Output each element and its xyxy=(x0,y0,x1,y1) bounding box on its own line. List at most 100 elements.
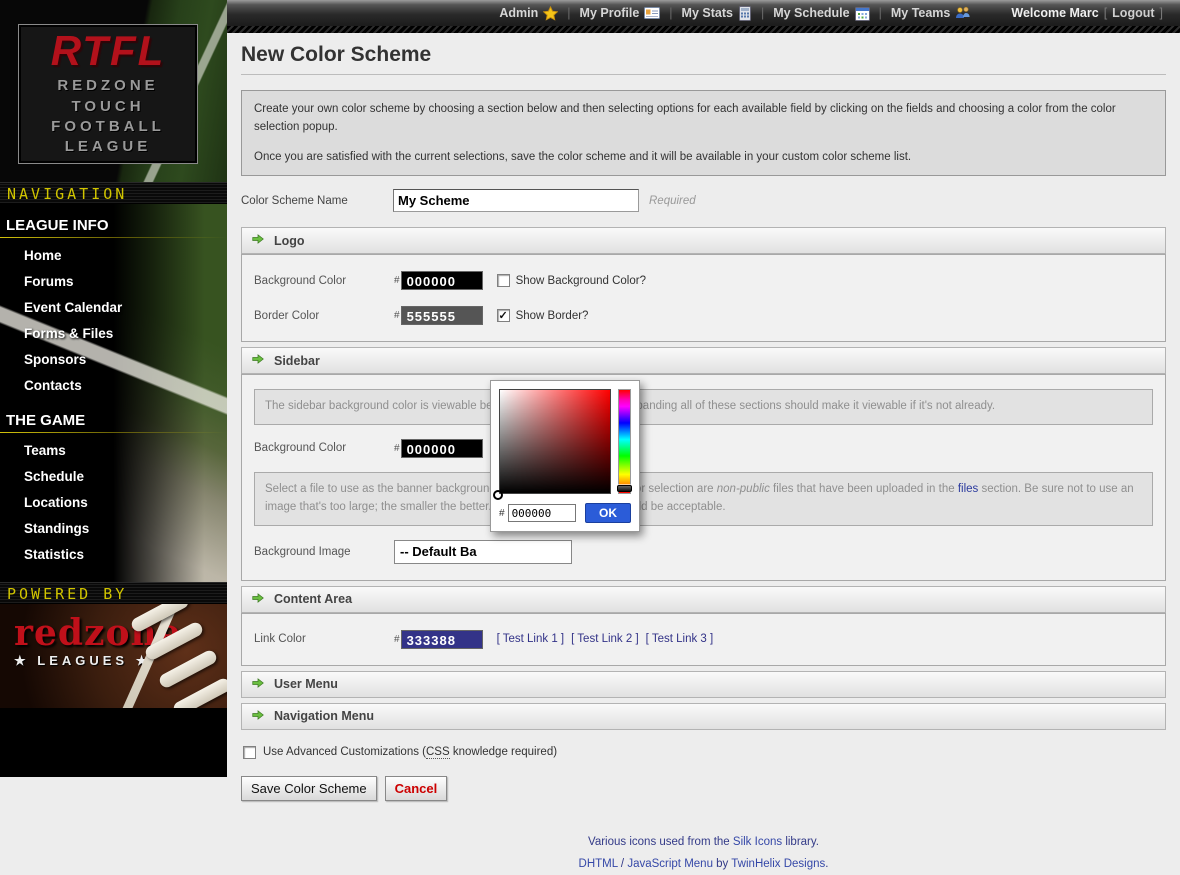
section-title: Logo xyxy=(274,234,305,248)
group-icon xyxy=(955,6,971,20)
title-rule xyxy=(241,74,1166,75)
sidebar-filler xyxy=(0,708,227,777)
section-header-sidebar[interactable]: Sidebar xyxy=(241,347,1166,374)
select-value: -- Default Ba xyxy=(400,544,477,559)
test-link-3[interactable]: [ Test Link 3 ] xyxy=(646,633,714,645)
files-link[interactable]: files xyxy=(958,483,978,495)
menu-item-my-schedule[interactable]: My Schedule xyxy=(773,6,869,21)
color-selection-handle[interactable] xyxy=(493,490,503,500)
menu-separator: | xyxy=(669,6,672,20)
sidebar-item-forms-files[interactable]: Forms & Files xyxy=(0,321,227,347)
sidebar-item-sponsors[interactable]: Sponsors xyxy=(0,347,227,373)
redzone-leagues-logo[interactable]: redzone ★ LEAGUES ★ xyxy=(0,604,227,708)
menu-separator: | xyxy=(567,6,570,20)
star-icon xyxy=(543,6,558,21)
sidebar-item-event-calendar[interactable]: Event Calendar xyxy=(0,295,227,321)
saturation-value-square[interactable] xyxy=(499,389,611,494)
league-logo-line: REDZONE xyxy=(57,76,158,96)
green-arrow-icon xyxy=(252,233,264,248)
sidebar-item-forums[interactable]: Forums xyxy=(0,269,227,295)
section-box-logo: Background Color # 000000 Show Backgroun… xyxy=(241,254,1166,342)
logout-link[interactable]: Logout xyxy=(1112,6,1154,20)
show-border-checkbox[interactable] xyxy=(497,309,510,322)
sidebar-background-color-swatch[interactable]: 000000 xyxy=(401,439,483,458)
cancel-button[interactable]: Cancel xyxy=(385,776,448,801)
hue-slider[interactable] xyxy=(618,389,631,494)
weave-texture-band xyxy=(227,26,1180,33)
navigation-band: NAVIGATION xyxy=(0,182,227,204)
section-header-logo[interactable]: Logo xyxy=(241,227,1166,254)
section-header-user-menu[interactable]: User Menu xyxy=(241,671,1166,698)
section-box-content-area: Link Color # 333388 [ Test Link 1 ] [ Te… xyxy=(241,613,1166,666)
topbar: Admin | My Profile | My Stats | My Sched… xyxy=(227,0,1180,26)
menu-item-my-profile[interactable]: My Profile xyxy=(580,6,661,20)
sidebar-item-standings[interactable]: Standings xyxy=(0,516,227,542)
main-area: Admin | My Profile | My Stats | My Sched… xyxy=(227,0,1180,777)
section-title: Sidebar xyxy=(274,354,320,368)
menu-item-my-stats[interactable]: My Stats xyxy=(682,6,752,21)
background-image-select[interactable]: -- Default Ba xyxy=(394,540,572,564)
menu-label: My Teams xyxy=(891,6,951,20)
league-logo-line: LEAGUE xyxy=(65,137,152,157)
league-logo-area: RTFL REDZONE TOUCH FOOTBALL LEAGUE xyxy=(0,0,227,182)
footer-line-2: DHTML / JavaScript Menu by TwinHelix Des… xyxy=(241,853,1166,875)
menu-label: My Schedule xyxy=(773,6,849,20)
intro-box: Create your own color scheme by choosing… xyxy=(241,90,1166,176)
silk-icons-link[interactable]: Silk Icons xyxy=(733,836,782,848)
logo-border-color-swatch[interactable]: 555555 xyxy=(401,306,483,325)
nav-section-the-game: THE GAME xyxy=(0,399,227,432)
intro-paragraph: Create your own color scheme by choosing… xyxy=(254,100,1153,137)
dhtml-link[interactable]: DHTML xyxy=(579,858,618,870)
field-row: Background Color # 000000 Show Backgroun… xyxy=(254,263,1153,298)
field-label: Link Color xyxy=(254,633,394,645)
menu-label: Admin xyxy=(499,6,538,20)
sidebar-item-teams[interactable]: Teams xyxy=(0,438,227,464)
footer: Various icons used from the Silk Icons l… xyxy=(241,831,1166,875)
show-background-color-checkbox[interactable] xyxy=(497,274,510,287)
green-arrow-icon xyxy=(252,592,264,607)
test-link-1[interactable]: [ Test Link 1 ] xyxy=(497,633,565,645)
sidebar-item-locations[interactable]: Locations xyxy=(0,490,227,516)
welcome-text: Welcome Marc xyxy=(1011,6,1098,20)
css-abbr: CSS xyxy=(426,746,450,759)
calendar-icon xyxy=(855,6,870,21)
league-logo-acronym: RTFL xyxy=(51,31,166,71)
color-scheme-name-row: Color Scheme Name Required xyxy=(241,189,1166,212)
topbar-menu: Admin | My Profile | My Stats | My Sched… xyxy=(499,6,971,21)
sidebar-item-home[interactable]: Home xyxy=(0,243,227,269)
hue-slider-handle[interactable] xyxy=(617,485,632,492)
sidebar-note: The sidebar background color is viewable… xyxy=(254,389,1153,425)
section-header-content-area[interactable]: Content Area xyxy=(241,586,1166,613)
test-link-2[interactable]: [ Test Link 2 ] xyxy=(571,633,639,645)
sidebar-item-statistics[interactable]: Statistics xyxy=(0,542,227,568)
league-logo-line: FOOTBALL xyxy=(51,117,165,137)
link-color-swatch[interactable]: 333388 xyxy=(401,630,483,649)
league-logo[interactable]: RTFL REDZONE TOUCH FOOTBALL LEAGUE xyxy=(18,24,198,164)
save-color-scheme-button[interactable]: Save Color Scheme xyxy=(241,776,377,801)
league-logo-line: TOUCH xyxy=(71,97,144,117)
color-scheme-name-input[interactable] xyxy=(393,189,639,212)
picker-top xyxy=(499,389,631,494)
vcard-icon xyxy=(644,6,660,20)
hex-color-input[interactable] xyxy=(508,504,576,522)
test-links: [ Test Link 1 ] [ Test Link 2 ] [ Test L… xyxy=(497,633,714,645)
javascript-menu-link[interactable]: JavaScript Menu xyxy=(627,858,713,870)
field-row: Background Image -- Default Ba xyxy=(254,532,1153,572)
use-advanced-customizations-checkbox[interactable] xyxy=(243,746,256,759)
twinhelix-designs-link[interactable]: TwinHelix Designs xyxy=(731,858,825,870)
hash-prefix: # xyxy=(394,275,400,286)
ok-button[interactable]: OK xyxy=(585,503,631,523)
page-title: New Color Scheme xyxy=(241,43,1166,67)
field-row: Link Color # 333388 [ Test Link 1 ] [ Te… xyxy=(254,622,1153,657)
sidebar-item-contacts[interactable]: Contacts xyxy=(0,373,227,399)
menu-separator: | xyxy=(879,6,882,20)
hash-prefix: # xyxy=(394,443,400,454)
color-picker-popup: # OK xyxy=(490,380,640,532)
logo-background-color-swatch[interactable]: 000000 xyxy=(401,271,483,290)
section-header-navigation-menu[interactable]: Navigation Menu xyxy=(241,703,1166,730)
menu-item-admin[interactable]: Admin xyxy=(499,6,558,21)
bracket: ] xyxy=(1160,6,1163,20)
menu-separator: | xyxy=(761,6,764,20)
sidebar-item-schedule[interactable]: Schedule xyxy=(0,464,227,490)
menu-item-my-teams[interactable]: My Teams xyxy=(891,6,972,20)
